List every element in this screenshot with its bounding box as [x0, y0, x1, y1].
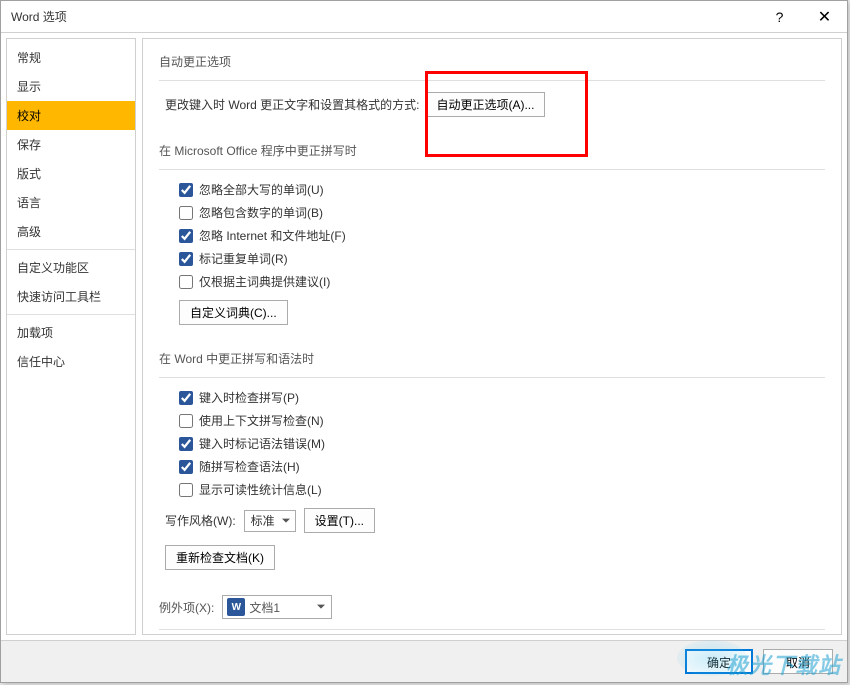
- checkbox-ignore-uppercase[interactable]: 忽略全部大写的单词(U): [179, 181, 324, 198]
- sidebar-item-display[interactable]: 显示: [7, 72, 135, 101]
- sidebar-separator: [7, 249, 135, 250]
- dialog-title: Word 选项: [11, 8, 67, 25]
- writing-style-select[interactable]: 标准: [244, 510, 296, 532]
- sidebar: 常规 显示 校对 保存 版式 语言 高级 自定义功能区 快速访问工具栏 加载项 …: [6, 38, 136, 635]
- checkbox-check-spell-typing[interactable]: 键入时检查拼写(P): [179, 389, 299, 406]
- help-button[interactable]: ?: [757, 1, 802, 32]
- sidebar-item-quick-access[interactable]: 快速访问工具栏: [7, 282, 135, 311]
- checkbox-grammar-with-spelling[interactable]: 随拼写检查语法(H): [179, 458, 300, 475]
- checkbox-main-dict-only[interactable]: 仅根据主词典提供建议(I): [179, 273, 330, 290]
- writing-style-settings-button[interactable]: 设置(T)...: [304, 508, 375, 533]
- checkbox-contextual-spell[interactable]: 使用上下文拼写检查(N): [179, 412, 324, 429]
- autocorrect-desc: 更改键入时 Word 更正文字和设置其格式的方式:: [165, 96, 419, 113]
- exceptions-label: 例外项(X):: [159, 599, 214, 616]
- ok-button[interactable]: 确定: [685, 649, 753, 674]
- custom-dictionaries-button[interactable]: 自定义词典(C)...: [179, 300, 288, 325]
- sidebar-item-general[interactable]: 常规: [7, 43, 135, 72]
- content-pane: 自动更正选项 更改键入时 Word 更正文字和设置其格式的方式: 自动更正选项(…: [142, 38, 842, 635]
- sidebar-item-layout[interactable]: 版式: [7, 159, 135, 188]
- sidebar-item-language[interactable]: 语言: [7, 188, 135, 217]
- checkbox-flag-repeated[interactable]: 标记重复单词(R): [179, 250, 288, 267]
- sidebar-item-trust-center[interactable]: 信任中心: [7, 347, 135, 376]
- section-header-autocorrect: 自动更正选项: [159, 47, 825, 81]
- close-button[interactable]: ✕: [802, 1, 847, 32]
- cancel-button[interactable]: 取消: [763, 649, 833, 674]
- titlebar: Word 选项 ? ✕: [1, 1, 847, 33]
- section-header-word-spelling: 在 Word 中更正拼写和语法时: [159, 344, 825, 378]
- sidebar-item-advanced[interactable]: 高级: [7, 217, 135, 246]
- section-header-exceptions: 例外项(X): W 文档1: [159, 589, 825, 630]
- checkbox-ignore-internet[interactable]: 忽略 Internet 和文件地址(F): [179, 227, 346, 244]
- section-header-office-spelling: 在 Microsoft Office 程序中更正拼写时: [159, 136, 825, 170]
- sidebar-item-customize-ribbon[interactable]: 自定义功能区: [7, 253, 135, 282]
- checkbox-readability-stats[interactable]: 显示可读性统计信息(L): [179, 481, 322, 498]
- exceptions-document-select[interactable]: W 文档1: [222, 595, 332, 619]
- checkbox-ignore-numbers[interactable]: 忽略包含数字的单词(B): [179, 204, 323, 221]
- recheck-document-button[interactable]: 重新检查文档(K): [165, 545, 275, 570]
- sidebar-item-addins[interactable]: 加载项: [7, 318, 135, 347]
- checkbox-mark-grammar-typing[interactable]: 键入时标记语法错误(M): [179, 435, 325, 452]
- sidebar-separator: [7, 314, 135, 315]
- sidebar-item-proofing[interactable]: 校对: [7, 101, 135, 130]
- dialog-footer: 确定 取消: [1, 640, 847, 682]
- word-icon: W: [227, 598, 245, 616]
- writing-style-label: 写作风格(W):: [165, 512, 236, 529]
- dialog-window: Word 选项 ? ✕ 常规 显示 校对 保存 版式 语言 高级 自定义功能区 …: [0, 0, 848, 683]
- autocorrect-options-button[interactable]: 自动更正选项(A)...: [425, 92, 545, 117]
- dialog-body: 常规 显示 校对 保存 版式 语言 高级 自定义功能区 快速访问工具栏 加载项 …: [1, 33, 847, 640]
- sidebar-item-save[interactable]: 保存: [7, 130, 135, 159]
